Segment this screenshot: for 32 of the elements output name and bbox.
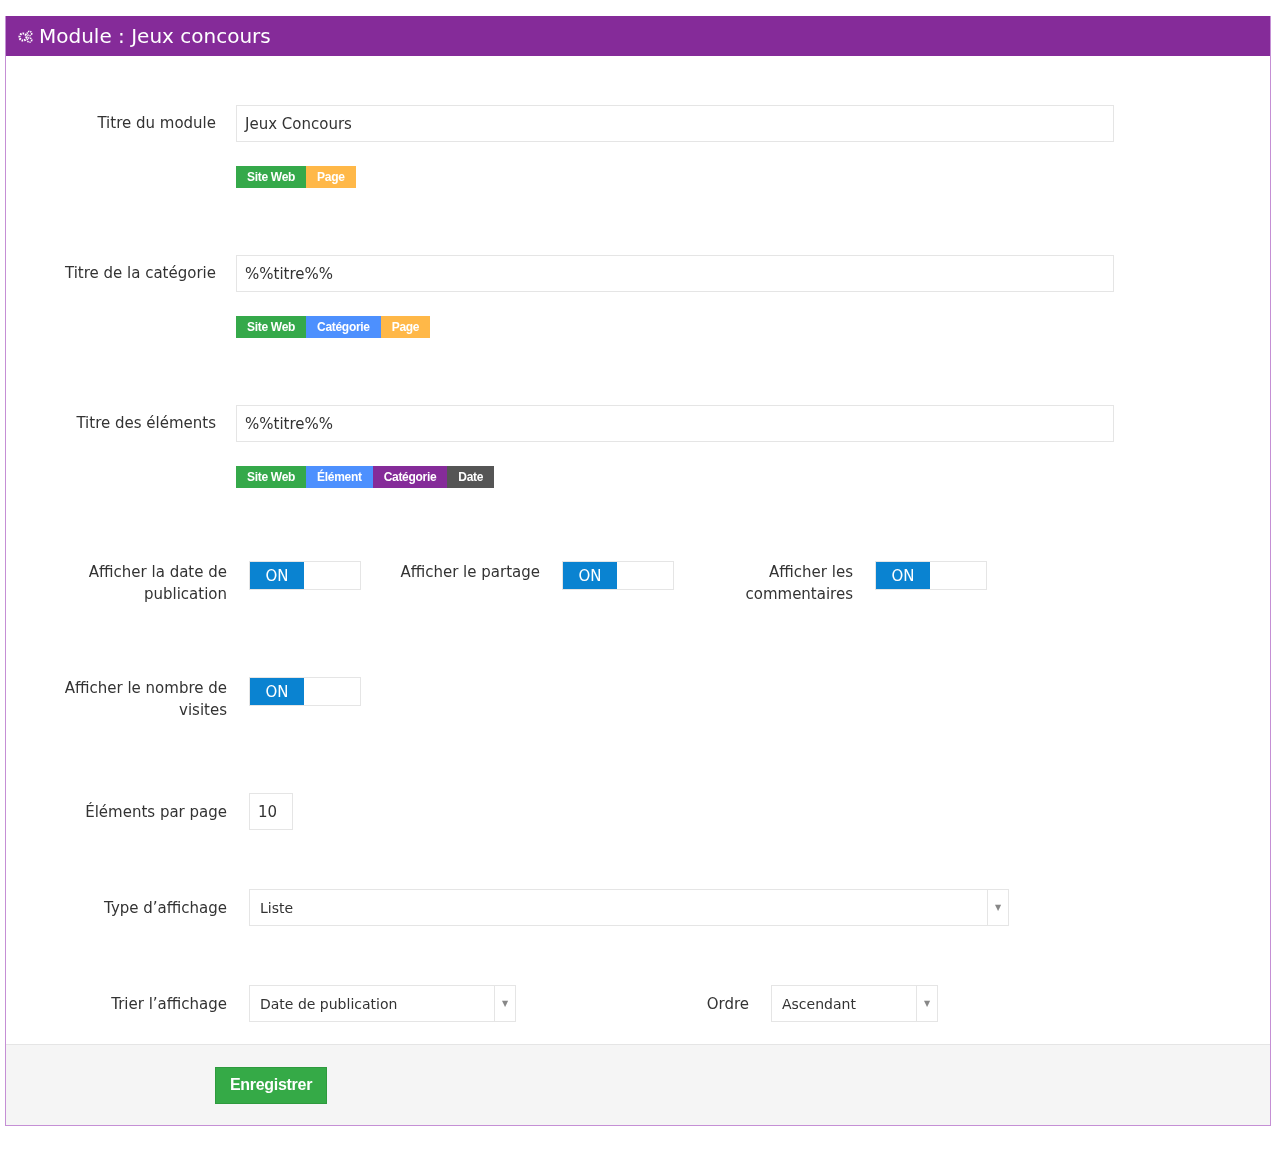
- toggle-switch[interactable]: ON: [875, 561, 987, 590]
- field-label: Éléments par page: [84, 801, 227, 823]
- text-field[interactable]: %%titre%%: [236, 255, 1114, 292]
- text-field[interactable]: Jeux Concours: [236, 105, 1114, 142]
- field-label: Ordre: [705, 993, 749, 1015]
- field-label: Titre de la catégorie: [63, 263, 216, 284]
- variable-tag[interactable]: Site Web: [236, 466, 307, 488]
- variable-tag[interactable]: Catégorie: [306, 316, 381, 338]
- variable-tag[interactable]: Catégorie: [372, 466, 448, 488]
- gears-icon: [18, 29, 33, 43]
- variable-tag[interactable]: Site Web: [236, 316, 307, 338]
- variable-tag[interactable]: Site Web: [236, 166, 307, 188]
- field-label: Titre des éléments: [75, 413, 216, 434]
- field-label: Trier l’affichage: [110, 993, 227, 1015]
- panel-title: Module : Jeux concours: [39, 24, 271, 48]
- toggle-label: Afficher les commentaires: [744, 562, 853, 605]
- dropdown[interactable]: Ascendant ▼: [771, 985, 938, 1022]
- number-field[interactable]: 10: [249, 793, 293, 830]
- toggle-label: Afficher la date de publication: [87, 562, 227, 605]
- variable-tag[interactable]: Date: [447, 466, 495, 488]
- dropdown[interactable]: Liste ▼: [249, 889, 1009, 926]
- save-button[interactable]: Enregistrer: [215, 1066, 328, 1104]
- text-field[interactable]: %%titre%%: [236, 405, 1114, 442]
- toggle-label: Afficher le nombre de visites: [63, 678, 227, 721]
- dropdown[interactable]: Date de publication ▼: [249, 985, 516, 1022]
- toggle-label: Afficher le partage: [399, 562, 540, 583]
- field-label: Type d’affichage: [103, 897, 227, 919]
- field-label: Titre du module: [96, 113, 216, 134]
- toggle-switch[interactable]: ON: [562, 561, 674, 590]
- variable-tag[interactable]: Élément: [306, 466, 373, 488]
- toggle-switch[interactable]: ON: [249, 677, 361, 706]
- toggle-switch[interactable]: ON: [249, 561, 361, 590]
